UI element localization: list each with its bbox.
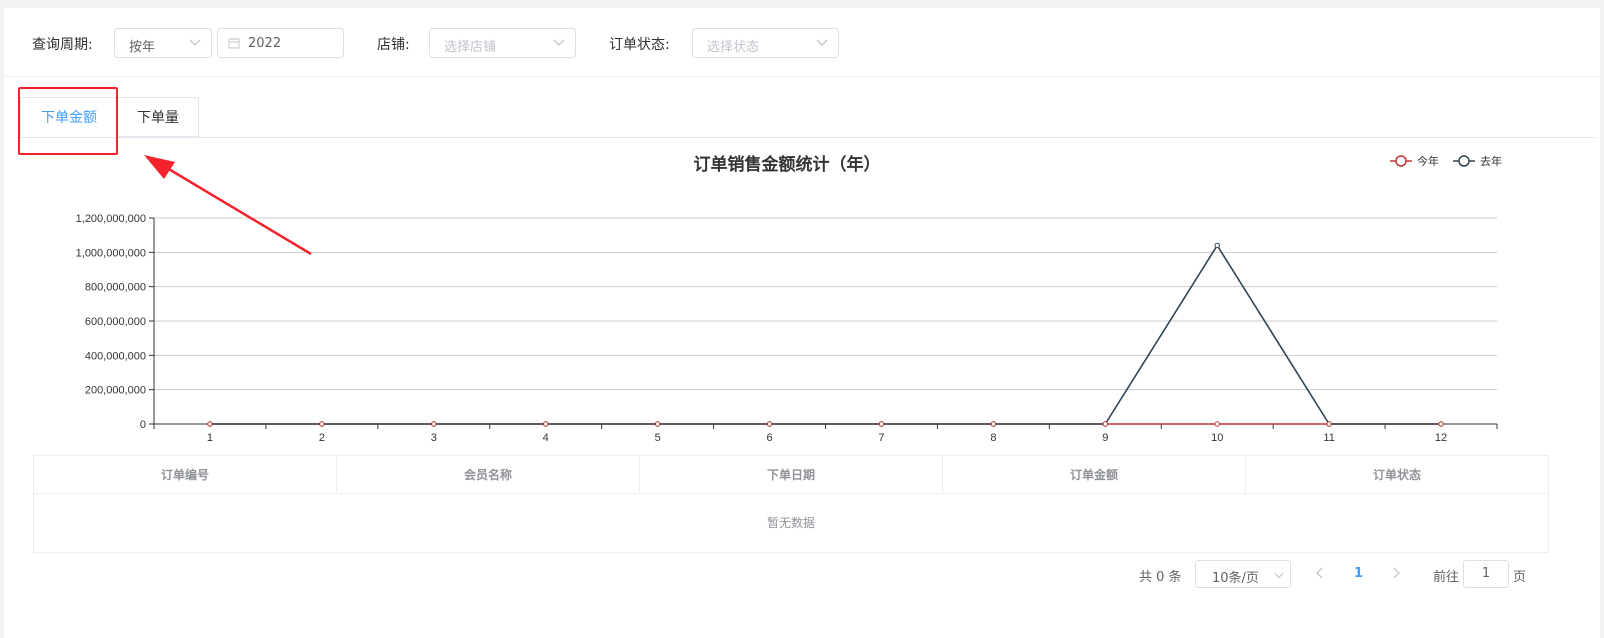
tab-bar: 下单金额 下单量: [20, 97, 1596, 138]
pagination-page-suffix: 页: [1513, 570, 1527, 585]
x-axis: 1 2 3 4 5 6 7 8 9 10 11 12: [153, 423, 1498, 444]
year-picker[interactable]: 2022: [217, 28, 344, 58]
page-size-value: 10条/页: [1212, 571, 1259, 586]
x-tick-label: 1: [207, 432, 213, 444]
y-tick-label: 600,000,000: [85, 316, 146, 328]
table-header-member-name[interactable]: 会员名称: [337, 456, 640, 494]
series-line-last-year: [209, 243, 1442, 425]
chevron-down-icon: [1274, 573, 1284, 579]
legend-item-this-year[interactable]: 今年: [1390, 154, 1439, 168]
status-select[interactable]: 选择状态: [692, 28, 839, 58]
y-tick-label: 400,000,000: [85, 350, 146, 362]
filter-bar: 查询周期: 按年 2022 店铺: 选择店铺 订单状态: 选择状态: [4, 8, 1600, 77]
data-point-this-year: [1102, 421, 1108, 427]
pagination-current-page[interactable]: 1: [1354, 566, 1363, 581]
x-tick-label: 12: [1435, 432, 1447, 444]
chevron-down-icon: [553, 39, 565, 46]
data-point-this-year: [319, 421, 325, 427]
data-point-this-year: [543, 421, 549, 427]
tab-order-count[interactable]: 下单量: [117, 97, 199, 137]
calendar-icon: [228, 38, 240, 49]
next-page-icon[interactable]: [1391, 567, 1401, 579]
y-axis: 0 200,000,000 400,000,000 600,000,000 800,00…: [76, 213, 155, 431]
x-tick-label: 6: [766, 432, 772, 444]
annotation-arrow: [144, 155, 312, 256]
x-tick-label: 8: [990, 432, 996, 444]
x-tick-label: 7: [878, 432, 884, 444]
store-select[interactable]: 选择店铺: [429, 28, 576, 58]
data-point-last-year: [1214, 242, 1220, 249]
data-point-this-year: [766, 421, 773, 427]
prev-page-icon[interactable]: [1315, 567, 1325, 579]
x-tick-label: 4: [543, 432, 549, 444]
x-tick-label: 9: [1102, 432, 1108, 444]
table-header-order-status[interactable]: 订单状态: [1246, 456, 1548, 494]
chevron-down-icon: [816, 39, 828, 46]
data-point-this-year: [878, 421, 885, 427]
status-label: 订单状态:: [609, 37, 670, 53]
y-tick-label: 1,200,000,000: [76, 213, 146, 225]
order-amount-chart: 订单销售金额统计（年） 今年 去年 0 200,000,000 400,000,00…: [76, 154, 1502, 444]
page-jump-input[interactable]: 1: [1463, 560, 1509, 588]
page-size-select[interactable]: 10条/页: [1195, 560, 1291, 588]
data-point-this-year: [654, 421, 661, 427]
status-select-placeholder: 选择状态: [707, 40, 760, 55]
y-tick-label: 200,000,000: [85, 385, 146, 397]
y-tick-label: 0: [140, 419, 146, 431]
store-select-placeholder: 选择店铺: [444, 40, 497, 55]
data-point-this-year: [1326, 421, 1332, 427]
data-point-this-year: [990, 421, 997, 427]
table-empty-text: 暂无数据: [766, 516, 815, 530]
data-point-this-year: [1438, 421, 1444, 427]
table-header-order-amount[interactable]: 订单金额: [943, 456, 1246, 494]
period-select-value: 按年: [129, 40, 156, 55]
legend-label-last-year: 去年: [1480, 154, 1502, 168]
table-header-order-no[interactable]: 订单编号: [34, 456, 337, 494]
period-select[interactable]: 按年: [114, 28, 212, 58]
orders-table: 订单编号 会员名称 下单日期 订单金额 订单状态 暂无数据: [33, 455, 1549, 553]
store-label: 店铺:: [377, 37, 410, 53]
period-label: 查询周期:: [32, 37, 93, 53]
year-picker-value: 2022: [248, 36, 282, 51]
chevron-down-icon: [189, 39, 201, 46]
pagination-total: 共 0 条: [1139, 570, 1182, 585]
data-point-this-year: [207, 421, 213, 427]
legend-label-this-year: 今年: [1417, 154, 1439, 168]
data-point-this-year: [1214, 421, 1220, 427]
x-tick-label: 2: [319, 432, 325, 444]
x-tick-label: 11: [1323, 432, 1334, 444]
chart-legend[interactable]: 今年 去年: [1390, 154, 1502, 168]
pagination-goto-label: 前往: [1433, 570, 1460, 585]
main-panel: 查询周期: 按年 2022 店铺: 选择店铺 订单状态: 选择状态 下单金额 下…: [4, 8, 1600, 638]
data-point-this-year: [431, 421, 437, 427]
x-tick-label: 10: [1211, 432, 1223, 444]
y-tick-label: 1,000,000,000: [76, 247, 146, 259]
chart-series: [207, 242, 1444, 427]
x-tick-label: 5: [655, 432, 661, 444]
chart-title: 订单销售金额统计（年）: [694, 154, 881, 174]
chart-grid: [154, 217, 1497, 391]
y-tick-label: 800,000,000: [85, 282, 146, 294]
x-tick-label: 3: [431, 432, 437, 444]
table-header-order-date[interactable]: 下单日期: [640, 456, 943, 494]
legend-item-last-year[interactable]: 去年: [1453, 154, 1502, 168]
